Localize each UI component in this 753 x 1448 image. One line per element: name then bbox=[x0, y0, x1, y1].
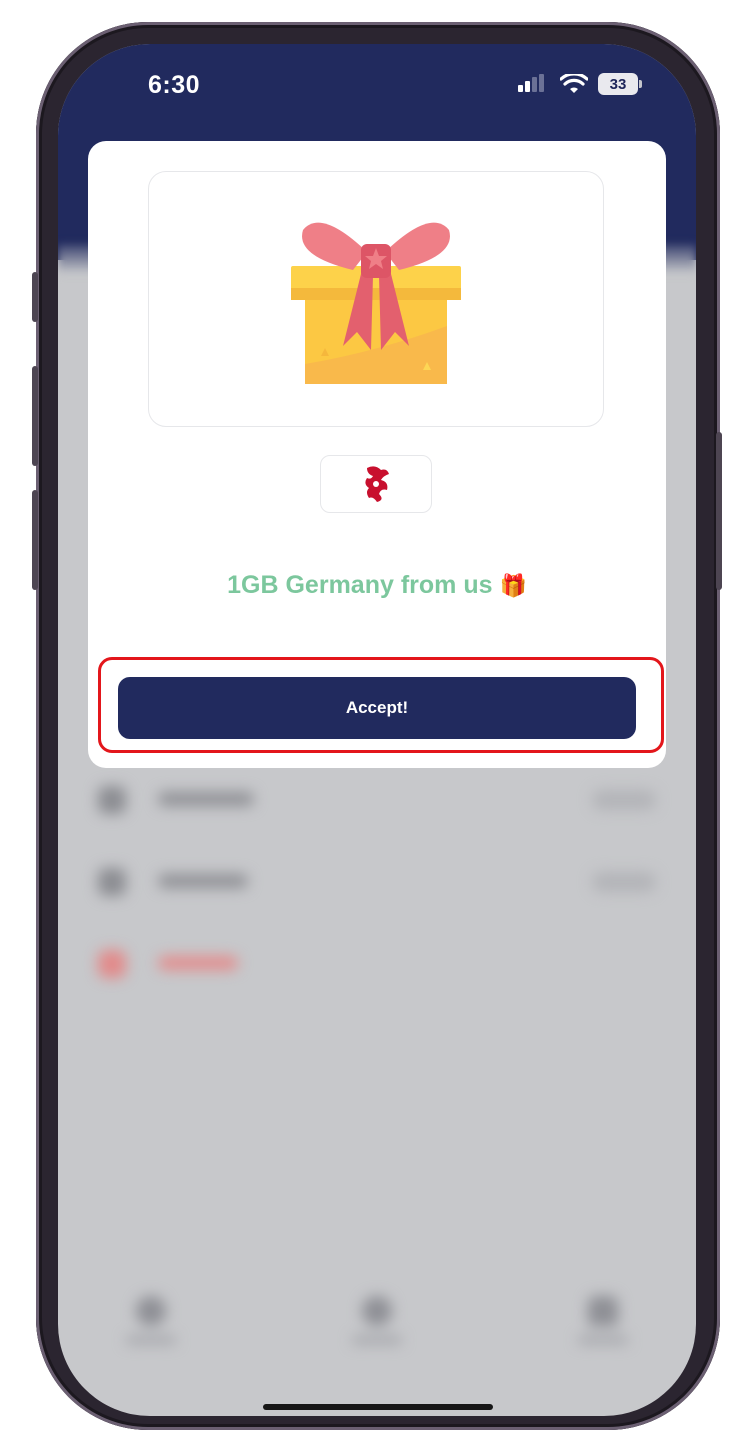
wifi-icon bbox=[560, 74, 588, 93]
volume-up-button bbox=[32, 366, 38, 466]
settings-row-value bbox=[592, 790, 656, 810]
gift-title: 1GB Germany from us 🎁 bbox=[88, 571, 666, 600]
gift-modal: 1GB Germany from us 🎁 Accept! bbox=[88, 141, 666, 768]
country-flag-badge bbox=[320, 455, 432, 513]
globe-icon bbox=[98, 786, 126, 814]
settings-row-language bbox=[90, 780, 664, 820]
battery-indicator: 33 bbox=[598, 73, 642, 95]
gift-box-icon bbox=[291, 222, 461, 384]
accept-button[interactable]: Accept! bbox=[118, 677, 636, 739]
settings-row-currency bbox=[90, 862, 664, 902]
gift-title-text: 1GB Germany from us bbox=[227, 571, 493, 599]
tab-bar-item bbox=[558, 1296, 648, 1356]
status-icons: 33 bbox=[518, 73, 642, 95]
home-indicator[interactable] bbox=[263, 1404, 493, 1410]
georgia-dragon-emblem-icon bbox=[365, 466, 389, 502]
gift-image-card bbox=[148, 171, 604, 427]
volume-down-button bbox=[32, 490, 38, 590]
tab-bar-item bbox=[106, 1296, 196, 1356]
logout-icon bbox=[98, 950, 126, 978]
tab-bar-item bbox=[332, 1296, 422, 1356]
power-button bbox=[716, 432, 722, 590]
settings-row-value bbox=[592, 872, 656, 892]
settings-row-label bbox=[158, 874, 248, 888]
settings-row-logout bbox=[90, 944, 664, 984]
status-time: 6:30 bbox=[148, 71, 201, 99]
mute-switch bbox=[32, 272, 38, 322]
settings-row-label bbox=[158, 956, 238, 970]
phone-screen: 6:30 33 1GB Germany from us 🎁 Accept! bbox=[58, 44, 696, 1416]
currency-icon bbox=[98, 868, 126, 896]
cellular-signal-icon bbox=[518, 74, 544, 92]
gift-emoji: 🎁 bbox=[499, 573, 527, 598]
settings-row-label bbox=[158, 792, 254, 806]
